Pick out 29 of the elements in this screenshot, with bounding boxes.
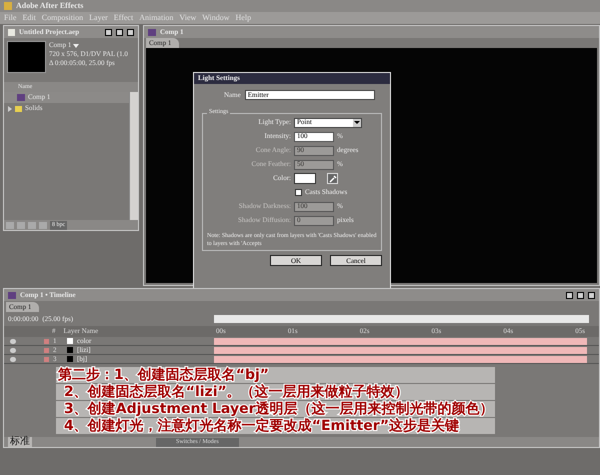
document-icon: [8, 28, 15, 36]
checkbox[interactable]: [295, 189, 302, 196]
annotation-text: 2、创建固态层取名“lizi”。（这一层用来做粒子特效）: [56, 384, 496, 400]
menu-item[interactable]: Composition: [42, 12, 84, 24]
layer-duration-bar[interactable]: [214, 346, 587, 354]
menu-item[interactable]: File: [4, 12, 16, 24]
annotation-text: 3、创建Adjustment Layer透明层（这一层用来控制光带的颜色）: [56, 401, 496, 417]
color-swatch[interactable]: [294, 173, 316, 184]
eyedropper-icon: [328, 174, 336, 182]
dropdown-button[interactable]: [353, 118, 361, 126]
comp-thumbnail: [7, 41, 46, 73]
scrollbar[interactable]: [129, 92, 138, 220]
dropdown-arrow-icon: [354, 121, 360, 124]
menu-item[interactable]: Window: [202, 12, 230, 24]
menu-item[interactable]: Animation: [139, 12, 174, 24]
layer-duration-bar[interactable]: [214, 338, 587, 344]
dropdown-arrow-icon[interactable]: [73, 44, 80, 48]
layer-duration-bar[interactable]: [214, 356, 587, 362]
menu-item[interactable]: View: [179, 12, 196, 24]
menu-item[interactable]: Edit: [22, 12, 36, 24]
annotation-text: 4、创建灯光，注意灯光名称一定要改成“Emitter”这步是关键: [56, 418, 496, 434]
menu-item[interactable]: Help: [236, 12, 252, 24]
app-icon: [4, 2, 12, 10]
menu-item[interactable]: Effect: [114, 12, 134, 24]
window-title: Adobe After Effects: [16, 0, 84, 12]
workspace-button[interactable]: 标准: [8, 437, 32, 447]
annotation-text: 第二步：1、创建固态层取名“bj”: [56, 367, 496, 383]
menu-item[interactable]: Layer: [89, 12, 108, 24]
eyedropper-button[interactable]: [327, 173, 338, 184]
